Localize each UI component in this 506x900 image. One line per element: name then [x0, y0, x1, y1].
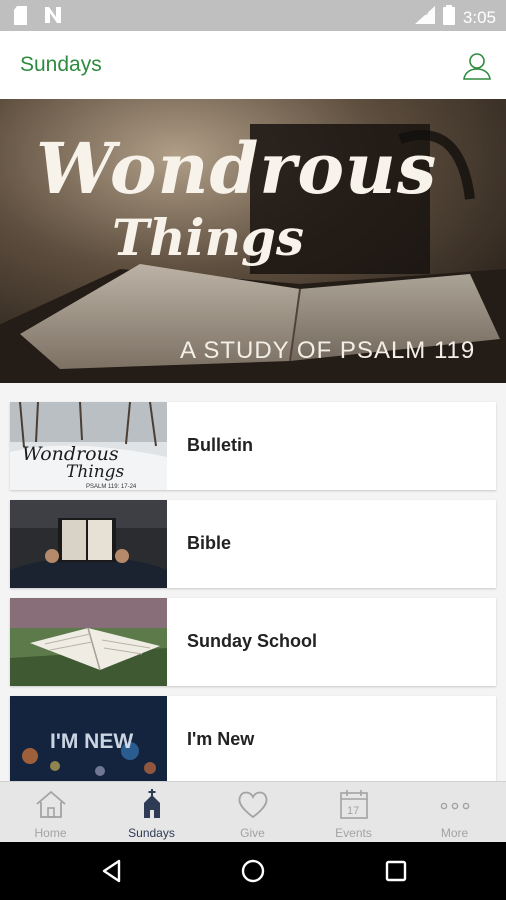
church-icon [144, 789, 160, 818]
im-new-thumb-text: I'M NEW [50, 730, 133, 753]
sunday-school-thumbnail [10, 598, 167, 686]
back-triangle-icon [102, 859, 121, 883]
list-item-im-new[interactable]: I'M NEW I'm New [10, 696, 496, 781]
hero-subtitle: A STUDY OF PSALM 119 [180, 337, 476, 364]
system-navigation-bar [0, 842, 506, 900]
calendar-icon: 17 [340, 790, 368, 819]
hero-title-line2: Things [112, 208, 305, 267]
hero-banner: Wondrous Things A STUDY OF PSALM 119 [0, 99, 506, 383]
home-icon [36, 790, 66, 818]
page-title: Sundays [20, 53, 102, 76]
svg-text:4G: 4G [418, 8, 429, 17]
notification-n-icon [44, 6, 62, 30]
nav-label: Sundays [128, 826, 175, 840]
bulletin-thumb-text-2: Things [66, 462, 125, 482]
recents-button[interactable] [381, 856, 411, 886]
home-system-button[interactable] [238, 856, 268, 886]
nav-events[interactable]: 17 Events [303, 782, 404, 843]
im-new-thumbnail: I'M NEW [10, 696, 167, 781]
app-bar: Sundays [0, 31, 506, 100]
home-circle-icon [241, 859, 265, 883]
status-bar: 4G 3:05 [0, 0, 506, 31]
list-item-label: Sunday School [187, 631, 318, 651]
nav-label: Give [240, 826, 265, 840]
calendar-day: 17 [347, 805, 359, 817]
bulletin-thumb-text-3: PSALM 119: 17-24 [86, 484, 137, 490]
back-button[interactable] [97, 856, 127, 886]
list-item-label: Bulletin [187, 435, 253, 455]
sundays-list: Wondrous Things PSALM 119: 17-24 Bulleti… [0, 383, 506, 781]
bible-thumbnail [10, 500, 167, 588]
list-item-bulletin[interactable]: Wondrous Things PSALM 119: 17-24 Bulleti… [10, 402, 496, 490]
bottom-navigation: Home Sundays Give 17 Events More [0, 781, 506, 843]
list-item-bible[interactable]: Bible [10, 500, 496, 588]
person-icon [463, 53, 491, 80]
sd-card-icon [14, 6, 30, 30]
heart-icon [238, 791, 268, 819]
nav-sundays[interactable]: Sundays [101, 782, 202, 843]
list-item-label: Bible [187, 533, 232, 553]
battery-icon [442, 5, 455, 30]
list-item-label: I'm New [187, 729, 255, 749]
bulletin-thumbnail: Wondrous Things PSALM 119: 17-24 [10, 402, 167, 490]
nav-label: Events [335, 826, 372, 840]
nav-home[interactable]: Home [0, 782, 101, 843]
nav-label: Home [34, 826, 67, 840]
more-dots-icon [440, 802, 470, 810]
hero-title-line1: Wondrous [36, 127, 438, 210]
recents-square-icon [385, 860, 407, 882]
nav-give[interactable]: Give [202, 782, 303, 843]
nav-label: More [440, 826, 469, 840]
nav-more[interactable]: More [404, 782, 505, 843]
list-item-sunday-school[interactable]: Sunday School [10, 598, 496, 686]
profile-button[interactable] [462, 51, 492, 81]
status-time: 3:05 [462, 7, 496, 27]
signal-icon: 4G [414, 6, 435, 29]
